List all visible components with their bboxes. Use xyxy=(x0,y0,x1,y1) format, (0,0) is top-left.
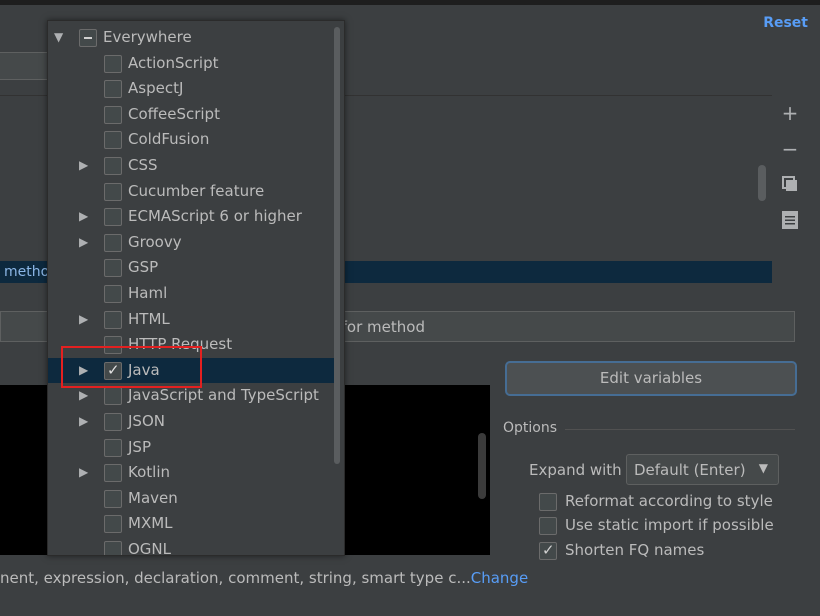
expanded-arrow-icon[interactable]: ▼ xyxy=(54,30,63,44)
tree-item[interactable]: JSP xyxy=(48,435,334,461)
tree-item[interactable]: Cucumber feature xyxy=(48,179,334,205)
reformat-checkbox[interactable] xyxy=(539,493,557,511)
tree-item-label: OGNL xyxy=(128,540,172,556)
tree-item-checkbox[interactable] xyxy=(104,464,122,483)
options-title: Options xyxy=(503,420,558,436)
context-popup: ▼ Everywhere ActionScript AspectJ CoffeeSc… xyxy=(47,20,345,556)
tree-item-label: ActionScript xyxy=(128,53,219,72)
expand-arrow-icon[interactable]: ▶ xyxy=(79,388,88,402)
tree-item-label: MXML xyxy=(128,514,173,533)
minus-icon[interactable]: − xyxy=(780,139,800,159)
tree-item[interactable]: ActionScript xyxy=(48,51,334,77)
tree-item-checkbox[interactable] xyxy=(104,310,122,329)
tree-item[interactable]: ▶ CSS xyxy=(48,153,334,179)
copy-icon[interactable] xyxy=(780,175,800,195)
tree-item[interactable]: CoffeeScript xyxy=(48,102,334,128)
edit-variables-button[interactable]: Edit variables xyxy=(505,361,797,396)
tree-item[interactable]: GSP xyxy=(48,255,334,281)
tree-item-label: GSP xyxy=(128,258,159,277)
expand-with-value: Default (Enter) xyxy=(634,461,746,479)
shorten-fq-label: Shorten FQ names xyxy=(565,541,705,559)
annotation-highlight-box xyxy=(61,346,202,388)
options-divider xyxy=(565,429,795,430)
applicable-text: nent, expression, declaration, comment, … xyxy=(0,569,471,587)
tree-item-checkbox[interactable] xyxy=(104,208,122,227)
tree-item[interactable]: ▶ Groovy xyxy=(48,230,334,256)
tree-item[interactable]: ▶ ECMAScript 6 or higher xyxy=(48,204,334,230)
tree-item-label: Haml xyxy=(128,284,168,302)
tree-item-label: CSS xyxy=(128,156,158,174)
popup-scrollbar[interactable] xyxy=(334,27,340,464)
editor-scrollbar[interactable] xyxy=(478,433,486,499)
description-value: t for method xyxy=(331,318,425,336)
tree-item-checkbox[interactable] xyxy=(104,105,122,124)
reformat-label: Reformat according to style xyxy=(565,492,773,510)
tree-item-label: ColdFusion xyxy=(128,130,210,149)
tree-item-checkbox[interactable] xyxy=(104,259,122,278)
applicable-contexts: nent, expression, declaration, comment, … xyxy=(0,569,528,587)
expand-arrow-icon[interactable]: ▶ xyxy=(79,312,88,326)
window-top-edge xyxy=(0,0,820,5)
tree-item[interactable]: OGNL xyxy=(48,537,334,556)
expand-arrow-icon[interactable]: ▶ xyxy=(79,465,88,479)
tree-item-checkbox[interactable] xyxy=(104,387,122,406)
tree-item-label: Maven xyxy=(128,488,178,507)
shorten-fq-checkbox[interactable] xyxy=(539,541,557,560)
tree-root-everywhere[interactable]: ▼ Everywhere xyxy=(48,25,334,51)
tree-item-checkbox[interactable] xyxy=(104,285,122,303)
expand-arrow-icon[interactable]: ▶ xyxy=(79,235,88,249)
expand-with-label: Expand with xyxy=(529,461,622,479)
tree-item-label: CoffeeScript xyxy=(128,104,220,123)
tree-item-checkbox[interactable] xyxy=(104,413,122,431)
static-import-checkbox[interactable] xyxy=(539,517,557,535)
tree-item-label: JavaScript and TypeScript xyxy=(128,386,319,405)
tree-item-checkbox[interactable] xyxy=(104,541,122,555)
tree-item-label: ECMAScript 6 or higher xyxy=(128,207,302,226)
list-icon[interactable] xyxy=(780,211,800,231)
expand-arrow-icon[interactable]: ▶ xyxy=(79,158,88,172)
tree-item-label: AspectJ xyxy=(128,79,184,98)
chevron-down-icon: ▼ xyxy=(758,461,768,475)
everywhere-checkbox[interactable] xyxy=(79,29,97,47)
tree-item-checkbox[interactable] xyxy=(104,157,122,175)
tree-item-checkbox[interactable] xyxy=(104,489,122,508)
tree-item[interactable]: ▶ JSON xyxy=(48,409,334,435)
templates-list-scrollbar[interactable] xyxy=(758,165,766,201)
tree-item-checkbox[interactable] xyxy=(104,182,122,201)
expand-arrow-icon[interactable]: ▶ xyxy=(79,414,88,428)
tree-item-label: Groovy xyxy=(128,232,182,251)
templates-toolbar: + − xyxy=(772,95,808,281)
tree-item-label: Kotlin xyxy=(128,463,170,482)
tree-item[interactable]: MXML xyxy=(48,511,334,537)
templates-list-selected-text: metho xyxy=(4,264,50,280)
tree-item-checkbox[interactable] xyxy=(104,80,122,99)
expand-arrow-icon[interactable]: ▶ xyxy=(79,209,88,223)
expand-with-select[interactable]: Default (Enter) ▼ xyxy=(626,454,779,485)
tree-item[interactable]: ▶ HTML xyxy=(48,307,334,333)
reset-link[interactable]: Reset xyxy=(763,15,808,31)
tree-item[interactable]: ▶ Kotlin xyxy=(48,460,334,486)
tree-item-label: Cucumber feature xyxy=(128,181,265,200)
change-link[interactable]: Change xyxy=(471,569,528,587)
tree-item-label: JSP xyxy=(128,437,151,456)
tree-item-checkbox[interactable] xyxy=(104,54,122,73)
tree-item-label: JSON xyxy=(128,412,165,430)
tree-item[interactable]: Haml xyxy=(48,281,334,307)
static-import-label: Use static import if possible xyxy=(565,516,774,534)
tree-item[interactable]: ColdFusion xyxy=(48,127,334,153)
tree-item-label: HTML xyxy=(128,309,170,328)
tree-item[interactable]: AspectJ xyxy=(48,76,334,102)
everywhere-label: Everywhere xyxy=(103,28,192,46)
tree-item-checkbox[interactable] xyxy=(104,515,122,534)
tree-item[interactable]: Maven xyxy=(48,486,334,512)
tree-item-checkbox[interactable] xyxy=(104,233,122,252)
plus-icon[interactable]: + xyxy=(780,103,800,123)
tree-item-checkbox[interactable] xyxy=(104,131,122,150)
tree-item-checkbox[interactable] xyxy=(104,438,122,457)
